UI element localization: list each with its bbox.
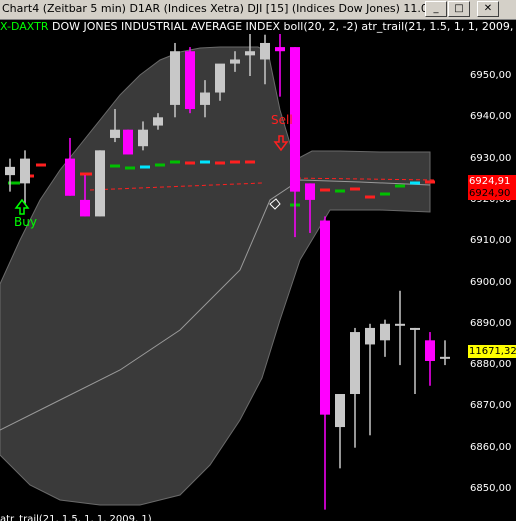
price-tick-label: 6930,00 xyxy=(470,152,512,164)
minimize-button[interactable]: _ xyxy=(425,1,447,17)
title-bar[interactable]: Chart4 (Zeitbar 5 min) D1AR (Indices Xet… xyxy=(0,0,516,20)
bollinger-band-area xyxy=(0,46,431,506)
candle-body xyxy=(320,220,330,415)
candle-body xyxy=(260,42,270,60)
candle-body xyxy=(350,332,360,395)
candle-body xyxy=(305,183,315,200)
chart-caption: X-DAXTR DOW JONES INDUSTRIAL AVERAGE IND… xyxy=(0,20,516,34)
price-tick-label: 6850,00 xyxy=(470,483,512,494)
candle-body xyxy=(65,158,75,196)
candle-body xyxy=(365,327,375,345)
stop-price-tag: 6924,90 xyxy=(468,187,516,200)
buy-signal-label: Buy xyxy=(14,215,37,229)
window-title: Chart4 (Zeitbar 5 min) D1AR (Indices Xet… xyxy=(2,2,439,15)
price-axis: 6950,006940,006930,006920,006910,006900,… xyxy=(467,34,516,514)
candle-body xyxy=(335,394,345,428)
candle-body xyxy=(245,51,255,56)
secondary-price-tag: 11671,32 xyxy=(468,345,516,358)
candle-body xyxy=(5,166,15,176)
price-tick-label: 6950,00 xyxy=(470,70,512,81)
price-tick-label: 6890,00 xyxy=(470,317,512,329)
last-price-tag: 6924,91 xyxy=(468,175,516,188)
candle-body xyxy=(185,51,195,110)
price-tick-label: 6940,00 xyxy=(470,111,512,123)
price-tick-label: 6900,00 xyxy=(470,276,512,288)
price-chart[interactable]: Buy Sell xyxy=(0,34,467,514)
candle-body xyxy=(380,323,390,341)
candle-body xyxy=(230,59,240,64)
indicator-list: boll(20, 2, -2) atr_trail(21, 1.5, 1, 1,… xyxy=(283,20,516,33)
candle-body xyxy=(110,129,120,138)
candle-body xyxy=(395,323,405,326)
instrument-name: DOW JONES INDUSTRIAL AVERAGE INDEX xyxy=(51,20,280,33)
candle-body xyxy=(440,356,450,359)
candle-body xyxy=(80,199,90,217)
candle-body xyxy=(123,129,133,155)
price-tick-label: 6880,00 xyxy=(470,359,512,371)
instrument-symbol: X-DAXTR xyxy=(0,20,49,33)
price-tick-label: 6860,00 xyxy=(470,441,512,453)
close-button[interactable]: ✕ xyxy=(477,1,499,17)
candle-body xyxy=(275,47,285,52)
chart-window: Chart4 (Zeitbar 5 min) D1AR (Indices Xet… xyxy=(0,0,516,521)
lower-pane-caption: atr_trail(21, 1.5, 1, 1, 2009, 1) xyxy=(0,514,152,521)
candle-body xyxy=(215,63,225,93)
bollinger-band xyxy=(0,46,431,506)
candle-body xyxy=(410,327,420,330)
candle-body xyxy=(200,92,210,105)
candle-body xyxy=(425,340,435,361)
candle-body xyxy=(138,129,148,147)
sell-signal-label: Sell xyxy=(271,113,293,127)
buy-arrow-icon xyxy=(14,198,30,215)
candle-body xyxy=(153,117,163,126)
price-tick-label: 6910,00 xyxy=(470,235,512,247)
maximize-button[interactable]: □ xyxy=(448,1,470,17)
candle-body xyxy=(170,51,180,105)
candle-body xyxy=(20,158,30,184)
price-tick-label: 6870,00 xyxy=(470,400,512,412)
candle-body xyxy=(95,150,105,217)
